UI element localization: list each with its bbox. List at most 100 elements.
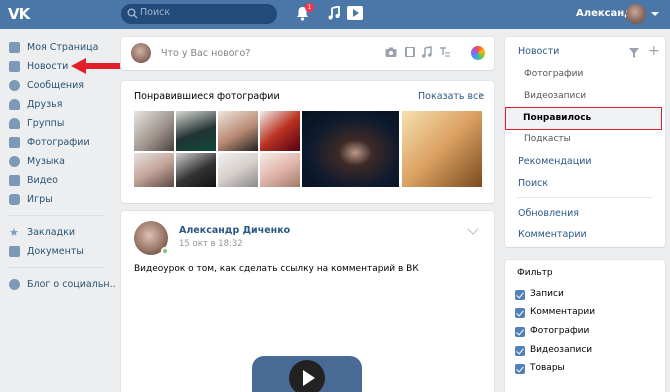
sidebar-item-games[interactable]: Игры: [0, 190, 112, 209]
sidebar-item-label: Фотографии: [27, 137, 90, 148]
photo-thumbnail[interactable]: [176, 153, 216, 187]
sidebar-item-label: Сообщения: [27, 80, 85, 91]
menu-item-videos[interactable]: Видеозаписи: [524, 91, 586, 101]
user-icon: [9, 42, 20, 53]
music-icon[interactable]: [421, 46, 433, 58]
filter-option-label: Товары: [530, 363, 565, 373]
camera-icon[interactable]: [385, 46, 397, 58]
news-menu: Новости + Фотографии Видеозаписи Понрави…: [505, 37, 665, 247]
photo-thumbnail[interactable]: [260, 153, 300, 187]
red-arrow-annotation: [71, 58, 123, 74]
photo-thumbnail[interactable]: [260, 111, 300, 151]
sidebar-item-photos[interactable]: Фотографии: [0, 133, 112, 152]
sidebar-item-label: Видео: [27, 175, 58, 186]
messages-icon: [9, 80, 20, 91]
composer-placeholder: Что у Вас нового?: [161, 48, 251, 59]
photo-thumbnail[interactable]: [218, 111, 258, 151]
filter-block: Фильтр Записи Комментарии Фотографии Вид…: [505, 260, 665, 392]
sidebar-item-friends[interactable]: Друзья: [0, 95, 112, 114]
photo-thumbnail[interactable]: [134, 153, 174, 187]
news-icon: [9, 61, 20, 72]
liked-photos-block: Понравившиеся фотографии Показать все: [121, 81, 494, 203]
sidebar-item-documents[interactable]: Документы: [0, 242, 112, 261]
sidebar-item-messages[interactable]: Сообщения: [0, 76, 112, 95]
friends-icon: [9, 99, 20, 110]
sidebar-item-label: Игры: [27, 194, 53, 205]
sidebar-item-my-page[interactable]: Моя Страница: [0, 38, 112, 57]
music-icon[interactable]: [328, 6, 340, 20]
sidebar: Моя Страница Новости Сообщения Друзья Гр…: [0, 38, 116, 294]
add-icon[interactable]: +: [648, 43, 660, 59]
menu-item-comments[interactable]: Комментарии: [518, 229, 587, 240]
blog-icon: [9, 279, 20, 290]
photo-thumbnail[interactable]: [176, 111, 216, 151]
art-palette-icon[interactable]: [471, 46, 485, 60]
sidebar-item-label: Моя Страница: [27, 42, 99, 53]
checkbox-checked-icon[interactable]: [515, 290, 525, 300]
text-format-icon[interactable]: [439, 46, 451, 58]
filter-title: Фильтр: [517, 268, 553, 278]
checkbox-checked-icon[interactable]: [515, 346, 525, 356]
chevron-down-icon[interactable]: [651, 12, 659, 16]
post-composer[interactable]: Что у Вас нового?: [121, 37, 494, 70]
photo-thumbnail[interactable]: [302, 111, 399, 187]
chevron-down-icon[interactable]: [467, 223, 479, 235]
games-icon: [9, 194, 20, 205]
checkbox-checked-icon[interactable]: [515, 364, 525, 374]
search-placeholder: Поиск: [140, 7, 171, 18]
photo-thumbnail[interactable]: [134, 111, 174, 151]
document-icon: [9, 246, 20, 257]
post-text: Видеоурок о том, как сделать ссылку на к…: [134, 264, 419, 274]
top-header: VK Поиск 1 Александр: [0, 0, 670, 29]
video-icon[interactable]: [404, 46, 416, 58]
menu-item-search[interactable]: Поиск: [518, 178, 548, 189]
sidebar-item-groups[interactable]: Группы: [0, 114, 112, 133]
photo-thumbnail[interactable]: [218, 153, 258, 187]
filter-option-label: Комментарии: [530, 307, 596, 317]
avatar: [131, 43, 151, 63]
search-icon: [127, 8, 138, 19]
filter-icon[interactable]: [629, 48, 639, 58]
online-indicator: [161, 247, 169, 255]
filter-option-label: Видеозаписи: [530, 345, 593, 355]
video-icon: [9, 175, 20, 186]
photo-thumbnail[interactable]: [402, 111, 482, 187]
checkbox-checked-icon[interactable]: [515, 308, 525, 318]
sidebar-divider: [8, 215, 104, 216]
filter-option-label: Записи: [530, 289, 564, 299]
star-icon: ★: [9, 226, 19, 239]
sidebar-item-blog[interactable]: Блог о социальн..: [0, 275, 116, 294]
sidebar-item-bookmarks[interactable]: ★ Закладки: [0, 223, 112, 242]
post-author[interactable]: Александр Диченко: [179, 225, 290, 236]
music-icon: [9, 156, 20, 167]
checkbox-checked-icon[interactable]: [515, 327, 525, 337]
search-input[interactable]: Поиск: [121, 4, 277, 24]
camera-icon: [9, 137, 20, 148]
menu-item-label: Понравилось: [523, 113, 592, 123]
notification-badge: 1: [305, 3, 314, 12]
show-all-link[interactable]: Показать все: [418, 91, 484, 102]
video-icon[interactable]: [347, 6, 363, 20]
groups-icon: [9, 118, 20, 129]
menu-item-recommendations[interactable]: Рекомендации: [518, 156, 592, 167]
menu-item-news[interactable]: Новости: [518, 46, 559, 57]
sidebar-item-label: Закладки: [27, 227, 76, 238]
sidebar-item-music[interactable]: Музыка: [0, 152, 112, 171]
sidebar-item-label: Документы: [27, 246, 84, 257]
post-date[interactable]: 15 окт в 18:32: [179, 239, 243, 249]
sidebar-item-label: Друзья: [27, 99, 63, 110]
block-title: Понравившиеся фотографии: [134, 91, 280, 102]
avatar[interactable]: [626, 4, 646, 24]
sidebar-divider: [8, 267, 104, 268]
menu-item-photos[interactable]: Фотографии: [524, 69, 583, 79]
menu-item-podcasts[interactable]: Подкасты: [524, 134, 571, 144]
menu-divider: [517, 197, 653, 198]
menu-item-liked[interactable]: Понравилось: [505, 107, 662, 130]
filter-option-label: Фотографии: [530, 326, 590, 336]
menu-item-updates[interactable]: Обновления: [518, 208, 579, 219]
play-icon[interactable]: [289, 360, 325, 392]
sidebar-item-video[interactable]: Видео: [0, 171, 112, 190]
sidebar-item-label: Музыка: [27, 156, 65, 167]
vk-logo[interactable]: VK: [8, 5, 34, 23]
sidebar-item-label: Новости: [27, 61, 69, 72]
